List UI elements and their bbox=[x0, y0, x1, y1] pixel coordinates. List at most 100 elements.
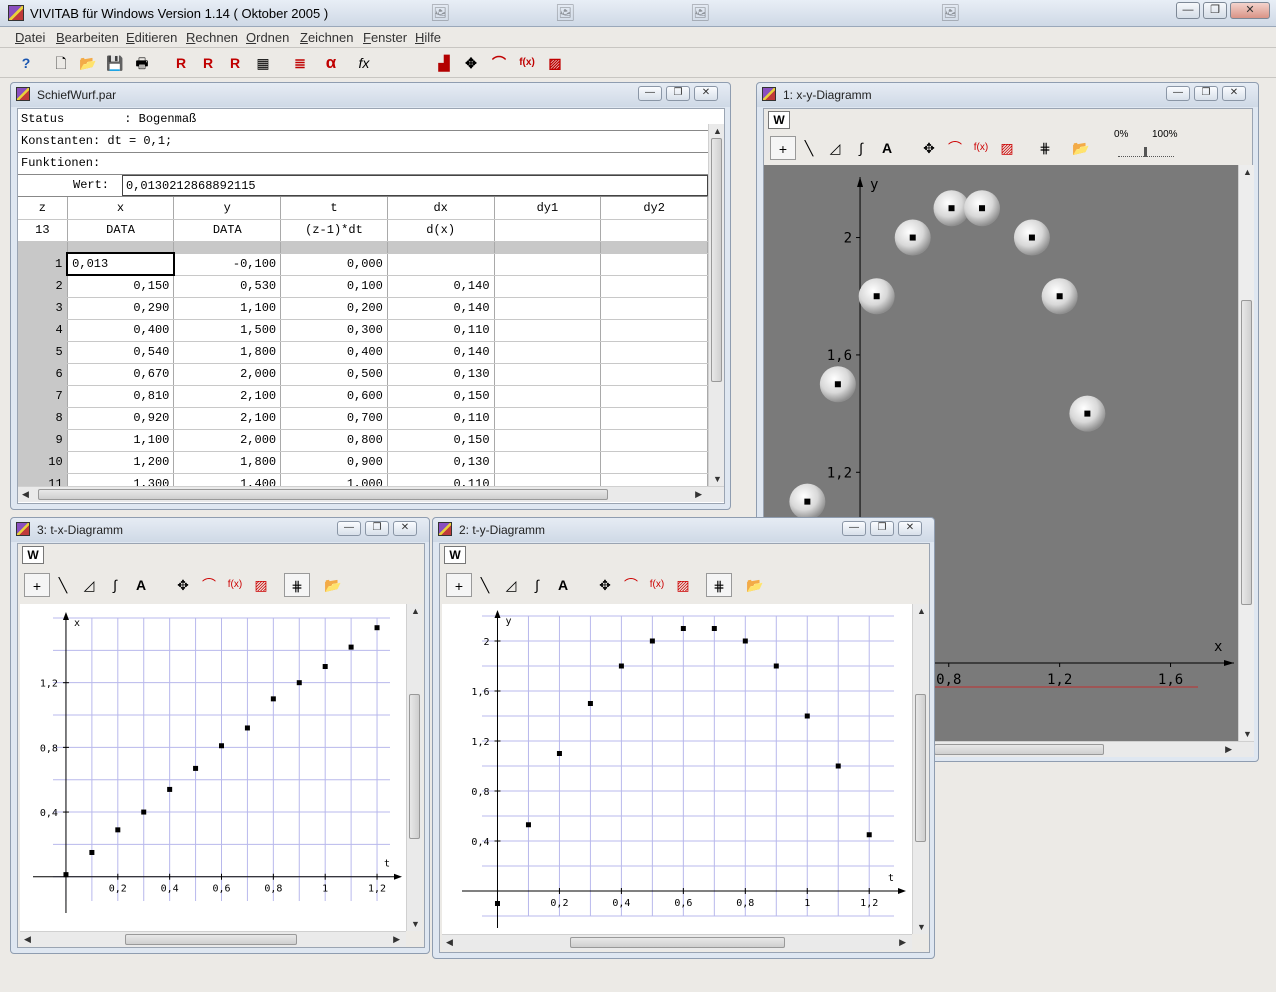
table-cell[interactable]: d(x) bbox=[387, 219, 495, 242]
table-cell[interactable]: 1,500 bbox=[173, 319, 282, 342]
row-header[interactable]: 1 bbox=[18, 253, 68, 276]
maximize-button[interactable]: ❐ bbox=[365, 521, 389, 536]
ty-window-titlebar[interactable]: 2: t-y-Diagramm — ❐ ✕ bbox=[433, 518, 934, 542]
table-cell[interactable] bbox=[600, 363, 708, 386]
xy-hscroll-thumb[interactable] bbox=[934, 744, 1104, 755]
line-tool-icon[interactable]: ╲ bbox=[796, 136, 822, 160]
ty-vscroll-thumb[interactable] bbox=[915, 694, 926, 842]
menu-hilfe[interactable]: Hilfe bbox=[415, 30, 441, 45]
table-cell[interactable]: 0,150 bbox=[387, 385, 495, 408]
ty-plot[interactable]: y t 0,2 0,4 0,6 0,8 1 1,2 0,4 0,8 1,2 1,6 2 bbox=[442, 604, 912, 934]
table-cell[interactable] bbox=[494, 451, 602, 474]
table-cell[interactable]: 0,540 bbox=[67, 341, 175, 364]
tx-plot[interactable]: x t 0,2 0,4 0,6 0,8 1 1,2 0,4 0,8 1,2 bbox=[20, 604, 406, 931]
integral-tool-icon[interactable]: ∫ bbox=[102, 573, 128, 597]
integral-tool-icon[interactable]: ∫ bbox=[524, 573, 550, 597]
triangle-tool-icon[interactable]: ◿ bbox=[498, 573, 524, 597]
menu-ordnen[interactable]: Ordnen bbox=[246, 30, 289, 45]
curve-fit-icon[interactable]: ⌒ bbox=[488, 53, 510, 73]
table-cell[interactable]: 0,500 bbox=[280, 363, 388, 386]
lines-icon[interactable]: ≣ bbox=[289, 53, 311, 73]
table-cell[interactable] bbox=[494, 297, 602, 320]
xy-vscroll[interactable]: ▲ ▼ bbox=[1238, 165, 1254, 741]
tab-w[interactable]: W bbox=[444, 546, 466, 564]
new-file-icon[interactable]: 🗋 bbox=[50, 53, 72, 73]
table-cell[interactable]: DATA bbox=[67, 219, 175, 242]
table-cell[interactable]: 0,100 bbox=[280, 275, 388, 298]
table-cell[interactable]: 0,150 bbox=[387, 429, 495, 452]
close-button[interactable]: ✕ bbox=[1230, 2, 1270, 19]
maximize-button[interactable]: ❐ bbox=[666, 86, 690, 101]
table-cell[interactable]: 0,670 bbox=[67, 363, 175, 386]
menu-datei[interactable]: Datei bbox=[15, 30, 45, 45]
zoom-slider[interactable] bbox=[1118, 145, 1174, 157]
table-cell[interactable] bbox=[600, 407, 708, 430]
table-cell[interactable] bbox=[494, 385, 602, 408]
wert-field[interactable]: 0,0130212868892115 bbox=[122, 175, 708, 196]
open-plot-icon[interactable]: 📂 bbox=[1068, 136, 1094, 160]
move-tool-icon[interactable]: ✥ bbox=[170, 573, 196, 597]
save-icon[interactable]: 💾 bbox=[104, 53, 126, 73]
hatch-tool-icon[interactable]: ▨ bbox=[994, 136, 1020, 160]
table-cell[interactable]: 0,110 bbox=[387, 319, 495, 342]
table-cell[interactable]: DATA bbox=[173, 219, 282, 242]
row-header[interactable]: 2 bbox=[18, 275, 68, 298]
minimize-button[interactable]: — bbox=[842, 521, 866, 536]
text-tool-icon[interactable]: A bbox=[550, 573, 576, 597]
row-header[interactable]: 6 bbox=[18, 363, 68, 386]
table-cell[interactable]: 0,290 bbox=[67, 297, 175, 320]
funktionen-row[interactable]: Funktionen: bbox=[18, 153, 708, 175]
close-button[interactable]: ✕ bbox=[694, 86, 718, 101]
table-cell[interactable] bbox=[600, 275, 708, 298]
row-header[interactable]: 13 bbox=[18, 219, 68, 242]
table-cell[interactable] bbox=[494, 429, 602, 452]
grid-tool-icon[interactable]: ⋕ bbox=[1032, 136, 1058, 160]
table-cell[interactable] bbox=[494, 253, 602, 276]
table-vscroll[interactable]: ▲ ▼ bbox=[708, 124, 724, 486]
table-cell[interactable] bbox=[494, 219, 602, 242]
fx-tool-icon[interactable]: f(x) bbox=[968, 136, 994, 160]
menu-rechnen[interactable]: Rechnen bbox=[186, 30, 238, 45]
line-tool-icon[interactable]: ╲ bbox=[472, 573, 498, 597]
function-icon[interactable]: fx bbox=[353, 53, 375, 73]
table-cell[interactable]: 0,400 bbox=[67, 319, 175, 342]
ty-hscroll-thumb[interactable] bbox=[570, 937, 785, 948]
xy-window-titlebar[interactable]: 1: x-y-Diagramm — ❐ ✕ bbox=[757, 83, 1258, 107]
table-cell[interactable]: 2,100 bbox=[173, 407, 282, 430]
konstanten-row[interactable]: Konstanten: dt = 0,1; bbox=[18, 131, 708, 153]
table-cell[interactable] bbox=[494, 363, 602, 386]
table-cell[interactable] bbox=[600, 451, 708, 474]
calculator-icon[interactable]: ▦ bbox=[252, 53, 274, 73]
tx-hscroll-thumb[interactable] bbox=[125, 934, 297, 945]
function-plot-icon[interactable]: f(x) bbox=[516, 53, 538, 73]
chart-icon[interactable]: ▟ bbox=[433, 53, 455, 73]
crosshair-tool-icon[interactable]: + bbox=[24, 573, 50, 597]
menu-fenster[interactable]: Fenster bbox=[363, 30, 407, 45]
tab-w[interactable]: W bbox=[768, 111, 790, 129]
minimize-button[interactable]: — bbox=[638, 86, 662, 101]
triangle-tool-icon[interactable]: ◿ bbox=[822, 136, 848, 160]
table-cell[interactable] bbox=[600, 319, 708, 342]
table-cell[interactable] bbox=[600, 219, 708, 242]
move-tool-icon[interactable]: ✥ bbox=[916, 136, 942, 160]
table-cell[interactable]: 0,810 bbox=[67, 385, 175, 408]
fit-tool-icon[interactable]: ⌒ bbox=[196, 573, 222, 597]
fx-tool-icon[interactable]: f(x) bbox=[644, 573, 670, 597]
table-cell[interactable]: 0,140 bbox=[387, 275, 495, 298]
open-plot-icon[interactable]: 📂 bbox=[320, 573, 346, 597]
table-cell[interactable] bbox=[600, 253, 708, 276]
table-cell[interactable]: dy1 bbox=[494, 197, 602, 220]
table-cell[interactable]: 0,150 bbox=[67, 275, 175, 298]
table-cell[interactable] bbox=[387, 253, 495, 276]
table-window-titlebar[interactable]: SchiefWurf.par — ❐ ✕ bbox=[11, 83, 730, 107]
tab-w[interactable]: W bbox=[22, 546, 44, 564]
table-cell[interactable]: 0,130 bbox=[387, 363, 495, 386]
fit-tool-icon[interactable]: ⌒ bbox=[942, 136, 968, 160]
table-cell[interactable]: x bbox=[67, 197, 175, 220]
table-cell[interactable]: 0,920 bbox=[67, 407, 175, 430]
table-cell[interactable]: 0,130 bbox=[387, 451, 495, 474]
table-cell[interactable]: 0,600 bbox=[280, 385, 388, 408]
fx-tool-icon[interactable]: f(x) bbox=[222, 573, 248, 597]
sort-r-icon[interactable]: R bbox=[224, 53, 246, 73]
text-tool-icon[interactable]: A bbox=[128, 573, 154, 597]
